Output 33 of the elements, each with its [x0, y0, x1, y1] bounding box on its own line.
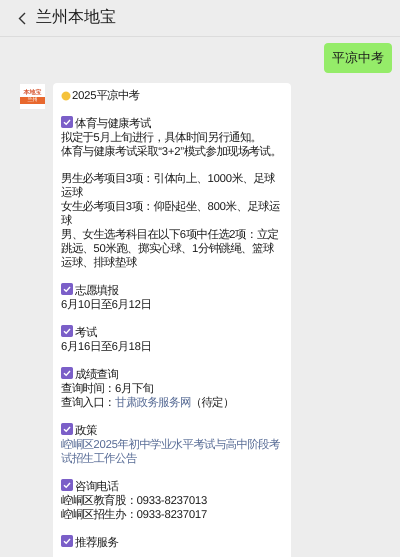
link[interactable]: 甘肃政务服务网 — [115, 396, 191, 408]
checkbox-icon — [61, 116, 73, 128]
text-line: 查询入口： — [61, 396, 116, 408]
link[interactable]: 崆峒区2025年初中学业水平考试与高中阶段考试招生工作公告 — [61, 438, 283, 466]
section-heading: 推荐服务 — [61, 534, 283, 550]
back-icon[interactable] — [18, 12, 26, 24]
card-title: 2025平凉中考 — [61, 88, 283, 102]
text-line: 崆峒区招生办：0933-8237017 — [61, 508, 208, 522]
text-line: 6月16日至6月18日 — [61, 340, 152, 354]
section-heading: 考试 — [61, 324, 283, 340]
text-line: 崆峒区教育股：0933-8237013 — [61, 494, 208, 508]
checkbox-icon — [61, 324, 73, 336]
message-bubble: 平凉中考 — [324, 43, 392, 72]
checkbox-icon — [61, 534, 73, 546]
checkbox-icon — [61, 478, 73, 490]
chat-title: 兰州本地宝 — [36, 8, 116, 28]
text-line: 女生必考项目3项：仰卧起坐、800米、足球运球 — [61, 200, 281, 228]
checkbox-icon — [61, 422, 73, 434]
section-heading: 体育与健康考试 — [61, 116, 283, 130]
text-line: 体育与健康考试采取“3+2”模式参加现场考试。 — [61, 144, 282, 158]
text-line: 男、女生选考科目在以下6项中任选2项：立定跳远、50米跑、掷实心球、1分钟跳绳、篮球运球、排球垫球 — [61, 228, 280, 270]
section-heading: 志愿填报 — [61, 282, 283, 298]
text-line: 6月10日至6月12日 — [61, 298, 152, 312]
text-line: 查询时间：6月下旬 — [61, 382, 154, 396]
checkbox-icon — [61, 366, 73, 378]
text-line: 男生必考项目3项：引体向上、1000米、足球运球 — [61, 172, 276, 200]
section-heading: 成绩查询 — [61, 366, 283, 382]
section-heading: 政策 — [61, 422, 283, 438]
text-line: （待定） — [190, 396, 234, 408]
checkbox-icon — [61, 282, 73, 294]
sun-icon — [61, 90, 71, 100]
text-line: 拟定于5月上旬进行，具体时间另行通知。 — [61, 130, 262, 144]
section-heading: 咨询电话 — [61, 478, 283, 494]
